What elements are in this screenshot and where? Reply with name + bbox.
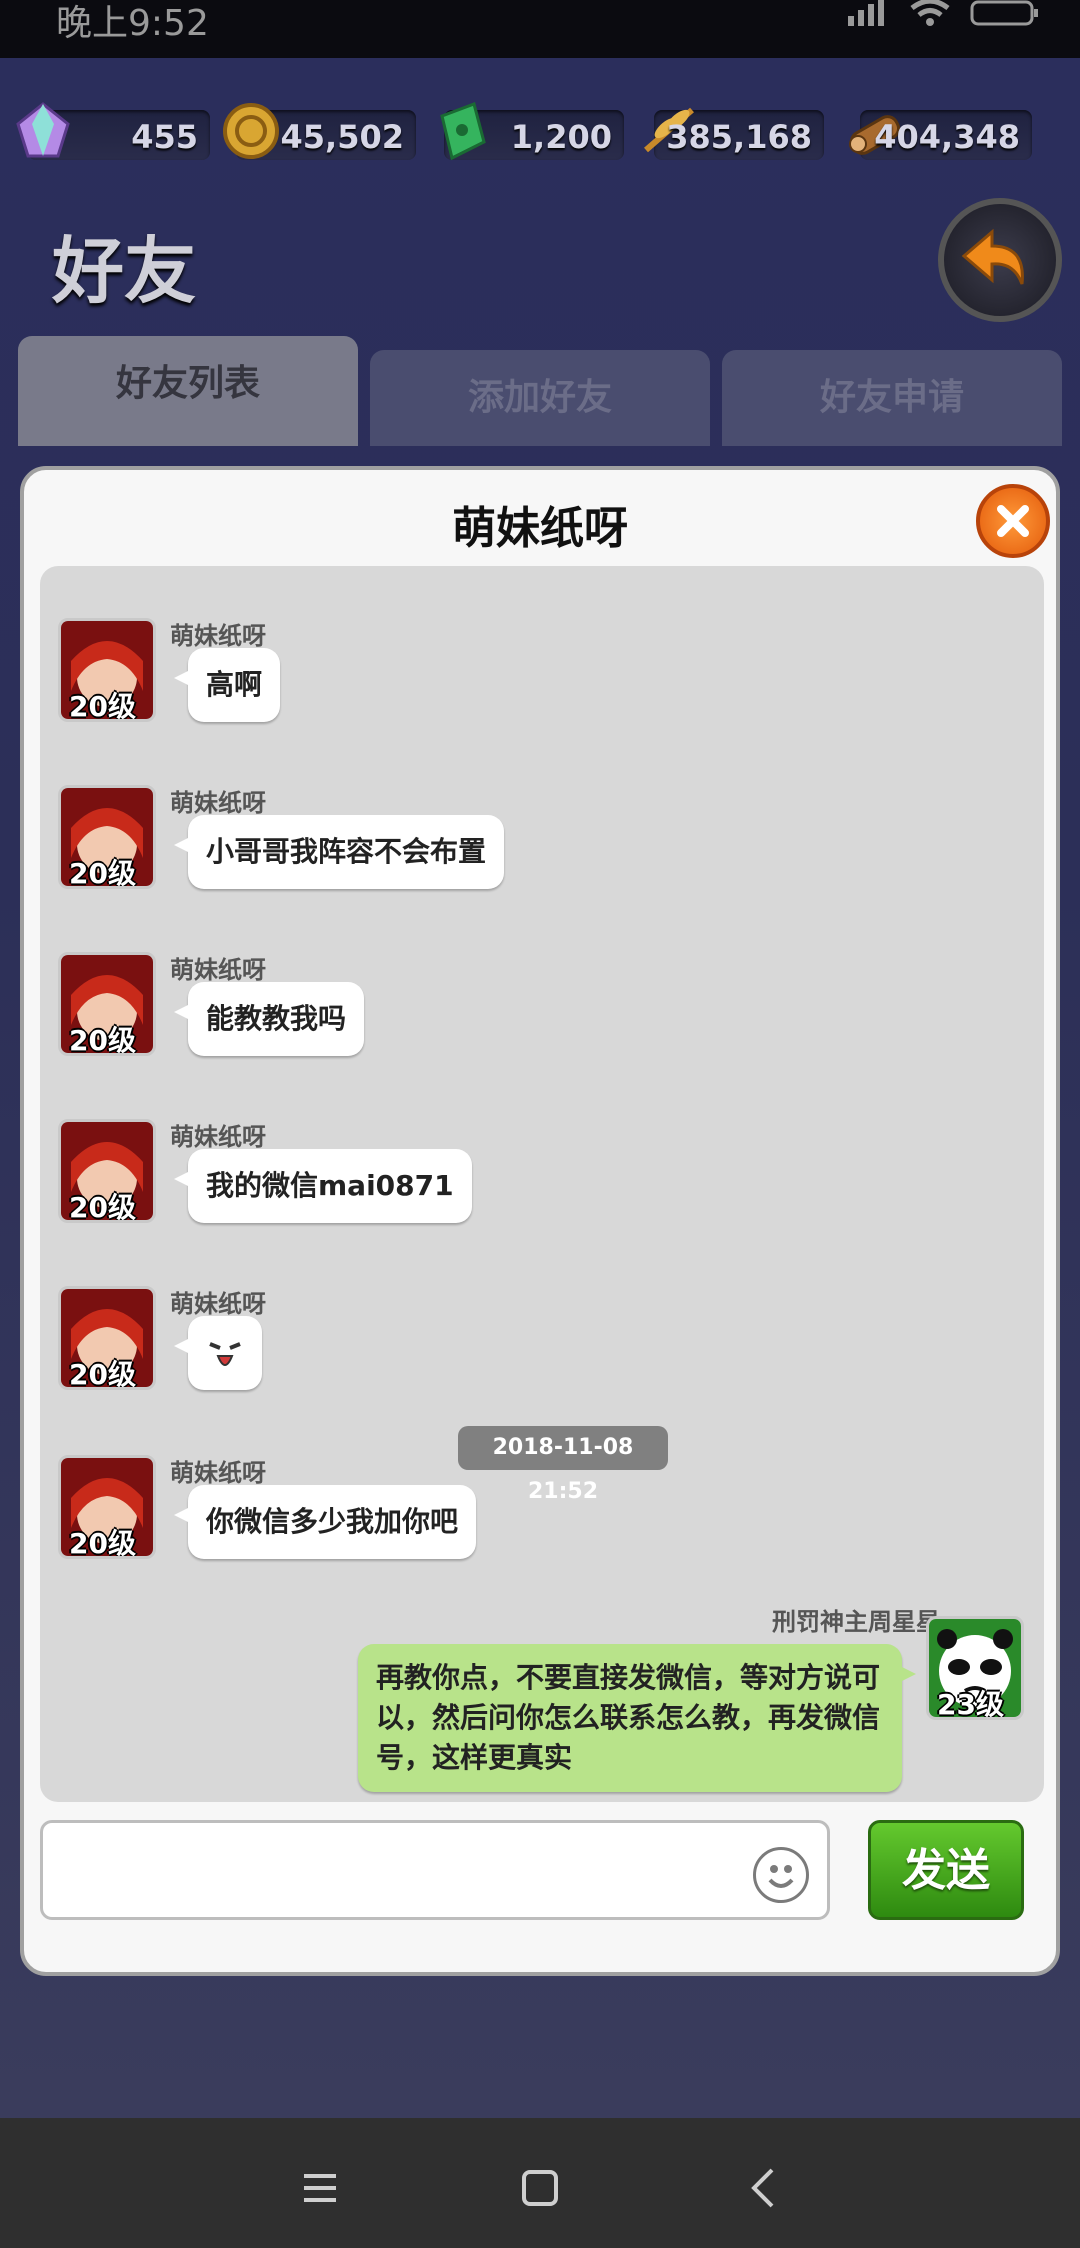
chat-title: 萌妹纸呀: [452, 503, 628, 554]
resource-jade: 1,200: [440, 102, 624, 161]
tab-add-friend[interactable]: 添加好友: [370, 350, 710, 446]
resource-wood-value: 404,348: [874, 118, 1020, 156]
avatar-level: 20级: [69, 1527, 136, 1559]
message-bubble: 我的微信mai0871: [174, 1149, 472, 1223]
coin-icon: [223, 103, 279, 159]
send-button[interactable]: 发送: [868, 1820, 1024, 1920]
signal-icon: [848, 0, 884, 26]
avatar[interactable]: 20级: [58, 1119, 156, 1223]
message-bubble: 小哥哥我阵容不会布置: [173, 815, 505, 889]
resource-coin-value: 45,502: [280, 118, 404, 156]
message-bubble: 高啊: [173, 648, 281, 722]
chat-dialog: 萌妹纸呀 20级 萌妹纸呀 高啊 20级 萌妹纸呀 小哥哥我阵容不会布置 20级…: [20, 466, 1060, 1976]
my-sender-name: 刑罚神主周星星: [772, 1608, 940, 1636]
status-bar: 晚上9:52: [0, 0, 1080, 58]
avatar[interactable]: 20级: [58, 1286, 156, 1390]
avatar[interactable]: 20级: [58, 618, 156, 722]
avatar-level: 20级: [69, 1024, 136, 1056]
avatar-level: 20级: [69, 690, 136, 722]
resource-coin: 45,502: [223, 103, 416, 160]
status-icons: [846, 0, 1040, 28]
sender-name: 萌妹纸呀: [170, 622, 266, 650]
tab-friend-list[interactable]: 好友列表: [18, 336, 358, 446]
my-message-bubble: 再教你点，不要直接发微信，等对方说可以，然后问你怎么联系怎么教，再发微信号，这样…: [358, 1644, 916, 1792]
avatar[interactable]: 20级: [58, 952, 156, 1056]
message-bubble: [174, 1316, 262, 1390]
gem-icon: [16, 102, 70, 158]
system-nav-bar: [0, 2118, 1080, 2248]
chat-messages[interactable]: 20级 萌妹纸呀 高啊 20级 萌妹纸呀 小哥哥我阵容不会布置 20级 萌妹纸呀…: [40, 566, 1044, 1802]
emoji-button[interactable]: [753, 1847, 809, 1903]
avatar[interactable]: 20级: [58, 785, 156, 889]
resource-grain-value: 385,168: [666, 118, 812, 156]
sender-name: 萌妹纸呀: [170, 1459, 266, 1487]
timestamp: 2018-11-08 21:52: [458, 1426, 668, 1504]
resource-bar: 455 45,502 1,200 385,168 404,348: [0, 100, 1080, 172]
resource-gem-value: 455: [131, 118, 198, 156]
sender-name: 萌妹纸呀: [170, 1290, 266, 1318]
avatar[interactable]: 20级: [58, 1455, 156, 1559]
wifi-icon: [910, 0, 950, 26]
sender-name: 萌妹纸呀: [170, 956, 266, 984]
menu-icon[interactable]: [290, 2158, 350, 2218]
jade-icon: [440, 102, 486, 161]
chat-input-row: 发送: [40, 1820, 1044, 1930]
back-arrow-icon: [961, 228, 1024, 285]
avatar-level: 20级: [69, 1191, 136, 1223]
resource-wood: 404,348: [849, 110, 1032, 160]
resource-grain: 385,168: [644, 107, 824, 160]
friend-tabs: 好友列表 添加好友 好友申请: [18, 336, 1062, 446]
message-bubble: 你微信多少我加你吧: [173, 1485, 477, 1559]
battery-icon: [970, 0, 1038, 26]
message-input[interactable]: [40, 1820, 830, 1920]
page-title: 好友: [52, 229, 197, 313]
sender-name: 萌妹纸呀: [170, 1123, 266, 1151]
resource-gem: 455: [16, 102, 210, 160]
my-avatar[interactable]: 23级: [926, 1616, 1024, 1720]
message-bubble: 能教教我吗: [173, 982, 365, 1056]
sender-name: 萌妹纸呀: [170, 789, 266, 817]
status-time: 晚上9:52: [56, 3, 209, 44]
avatar-level: 20级: [69, 1358, 136, 1390]
avatar-level: 20级: [69, 857, 136, 889]
smiley-icon: [768, 1865, 794, 1888]
back-icon[interactable]: [734, 2158, 794, 2218]
close-icon: [997, 505, 1029, 537]
close-button[interactable]: [976, 484, 1050, 558]
home-icon[interactable]: [510, 2158, 570, 2218]
tab-friend-requests[interactable]: 好友申请: [722, 350, 1062, 446]
resource-jade-value: 1,200: [510, 118, 612, 156]
sticker-face-icon: [209, 1342, 241, 1366]
back-button[interactable]: [938, 198, 1062, 322]
my-avatar-level: 23级: [937, 1688, 1004, 1720]
